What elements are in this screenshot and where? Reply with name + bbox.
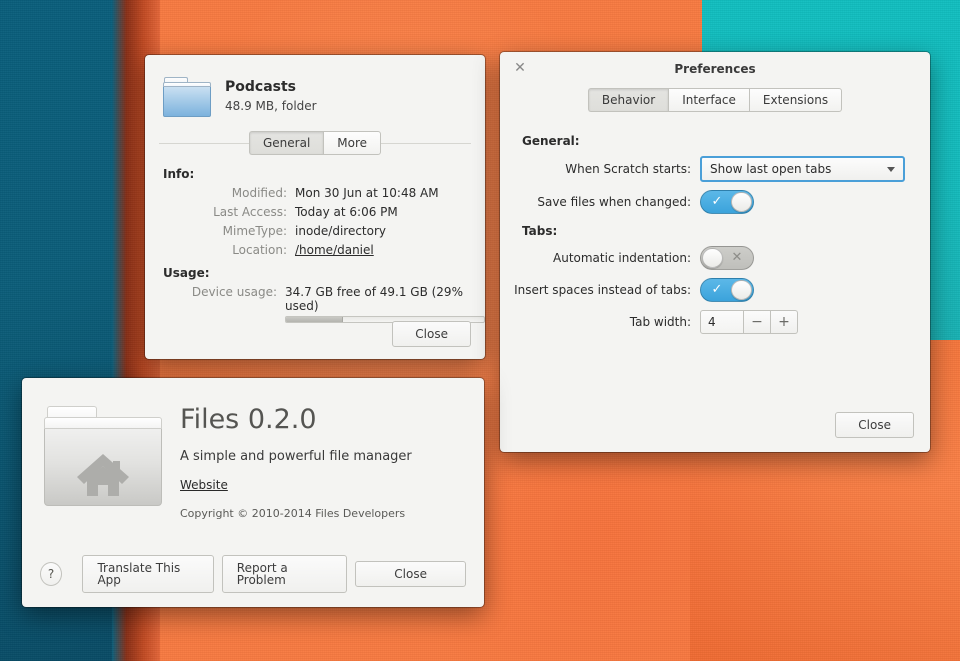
translate-this-app-button[interactable]: Translate This App [82,555,214,593]
about-close-button[interactable]: Close [355,561,466,587]
check-icon: ✓ [711,194,723,209]
tab-width-value[interactable]: 4 [700,310,744,334]
toggle-knob [731,280,752,300]
device-usage-text: 34.7 GB free of 49.1 GB (29% used) [285,285,463,313]
usage-key: Device usage: [191,285,277,299]
about-info: Files 0.2.0 A simple and powerful file m… [162,400,412,520]
general-group-label: General: [522,134,580,148]
about-main: Files 0.2.0 A simple and powerful file m… [22,378,484,520]
tab-extensions[interactable]: Extensions [748,88,843,112]
info-section-label: Info: [163,167,195,181]
properties-tabs: General More [248,131,382,155]
properties-title: Podcasts [225,79,297,95]
preferences-close-button[interactable]: Close [835,412,914,438]
insert-spaces-label: Insert spaces instead of tabs: [514,283,691,297]
house-icon [77,454,129,496]
preferences-window: ✕ Preferences Behavior Interface Extensi… [500,52,930,452]
properties-tabs-row: General More [145,131,485,155]
preferences-form: General: When Scratch starts: Show last … [500,134,930,334]
info-value-mimetype: inode/directory [295,224,387,238]
divider-left [159,142,249,144]
startup-select-value: Show last open tabs [710,162,832,176]
startup-select[interactable]: Show last open tabs [700,156,905,182]
tab-general[interactable]: General [248,131,324,155]
divider-right [381,142,472,144]
save-files-toggle[interactable]: ✓ [700,190,754,214]
startup-label: When Scratch starts: [565,162,691,176]
properties-header: Podcasts 48.9 MB, folder [145,55,485,117]
info-key-location: Location: [232,243,287,257]
info-value-modified: Mon 30 Jun at 10:48 AM [295,186,439,200]
tab-width-label: Tab width: [629,315,691,329]
properties-body: Info: Modified: Mon 30 Jun at 10:48 AM L… [145,155,485,323]
info-key-modified: Modified: [231,186,287,200]
folder-icon [163,77,211,117]
preferences-titlebar: ✕ Preferences [500,52,930,86]
usage-row: Device usage: 34.7 GB free of 49.1 GB (2… [145,285,485,323]
insert-spaces-toggle[interactable]: ✓ [700,278,754,302]
info-row-location: Location: /home/daniel [145,243,485,257]
app-tagline: A simple and powerful file manager [180,449,412,464]
tab-behavior[interactable]: Behavior [587,88,669,112]
desktop-background: Podcasts 48.9 MB, folder General More In… [0,0,960,661]
help-button[interactable]: ? [40,562,63,586]
check-icon: ✓ [711,282,723,297]
tab-width-decrement-button[interactable]: − [744,310,771,334]
close-icon[interactable]: ✕ [512,60,528,76]
toggle-knob [731,192,752,212]
save-files-label: Save files when changed: [537,195,691,209]
row-tab-width: Tab width: 4 − + [500,310,930,334]
preferences-title: Preferences [674,62,756,76]
report-a-problem-button[interactable]: Report a Problem [221,555,348,593]
properties-subtitle: 48.9 MB, folder [225,99,317,113]
tab-interface[interactable]: Interface [668,88,749,112]
info-row-modified: Modified: Mon 30 Jun at 10:48 AM [145,186,485,200]
row-auto-indent: Automatic indentation: ✕ [500,246,930,270]
about-window: Files 0.2.0 A simple and powerful file m… [22,378,484,607]
preferences-tabs-row: Behavior Interface Extensions [500,88,930,112]
auto-indent-label: Automatic indentation: [553,251,691,265]
properties-window: Podcasts 48.9 MB, folder General More In… [145,55,485,359]
about-footer: ? Translate This App Report a Problem Cl… [22,555,484,593]
cross-icon: ✕ [731,250,743,265]
info-key-last-access: Last Access: [213,205,287,219]
chevron-down-icon [887,166,895,172]
preferences-footer: Close [835,412,914,438]
tabs-group-label: Tabs: [522,224,558,238]
info-key-mimetype: MimeType: [222,224,287,238]
usage-section-label: Usage: [163,266,210,280]
website-link[interactable]: Website [180,478,228,492]
tab-width-stepper[interactable]: 4 − + [700,310,798,334]
toggle-knob [702,248,723,268]
copyright-text: Copyright © 2010-2014 Files Developers [180,507,406,520]
preferences-tabs: Behavior Interface Extensions [587,88,843,112]
tab-more[interactable]: More [323,131,382,155]
info-row-mimetype: MimeType: inode/directory [145,224,485,238]
info-row-last-access: Last Access: Today at 6:06 PM [145,205,485,219]
home-folder-icon [44,406,162,506]
info-value-last-access: Today at 6:06 PM [295,205,398,219]
info-value-location-link[interactable]: /home/daniel [295,243,374,257]
device-usage-fill [286,317,344,322]
app-name: Files 0.2.0 [180,404,317,435]
properties-close-button[interactable]: Close [392,321,471,347]
row-startup-behavior: When Scratch starts: Show last open tabs [500,156,930,182]
tab-width-increment-button[interactable]: + [771,310,798,334]
auto-indent-toggle[interactable]: ✕ [700,246,754,270]
properties-footer: Close [392,321,471,347]
row-insert-spaces: Insert spaces instead of tabs: ✓ [500,278,930,302]
row-save-files: Save files when changed: ✓ [500,190,930,214]
